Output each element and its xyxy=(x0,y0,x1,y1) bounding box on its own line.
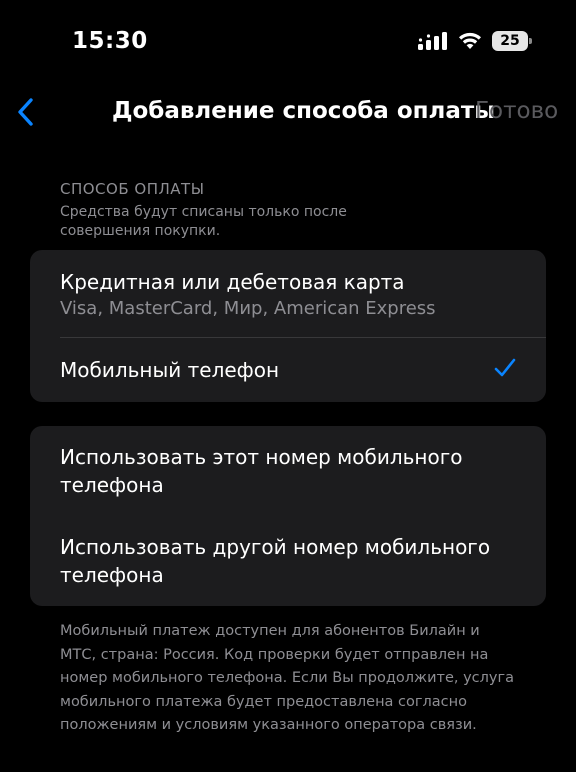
status-icons: 25 xyxy=(418,31,532,51)
status-time: 15:30 xyxy=(72,28,148,54)
battery-icon: 25 xyxy=(492,31,532,51)
payment-option-subtitle: Visa, MasterCard, Мир, American Express xyxy=(60,298,436,319)
battery-level: 25 xyxy=(500,33,520,49)
page-title: Добавление способа оплаты xyxy=(112,98,496,124)
payment-option-card[interactable]: Кредитная или дебетовая карта Visa, Mast… xyxy=(30,250,546,338)
payment-option-title: Мобильный телефон xyxy=(60,358,280,382)
cellular-signal-icon xyxy=(418,32,447,50)
section-header: СПОСОБ ОПЛАТЫ xyxy=(60,180,205,198)
footer-note: Мобильный платеж доступен для абонентов … xyxy=(60,623,515,733)
back-button[interactable] xyxy=(10,92,40,132)
use-other-number-option[interactable]: Использовать другой номер мобильного тел… xyxy=(30,516,546,606)
checkmark-icon xyxy=(494,358,516,377)
status-bar: 15:30 25 xyxy=(0,0,576,80)
phone-option-title: Использовать другой номер мобильного тел… xyxy=(60,535,491,587)
navigation-bar: Добавление способа оплаты Готово xyxy=(0,90,576,134)
payment-option-mobile[interactable]: Мобильный телефон xyxy=(30,338,546,402)
section-subtitle: Средства будут списаны только после сове… xyxy=(60,204,347,239)
payment-option-title: Кредитная или дебетовая карта xyxy=(60,270,405,294)
use-this-number-option[interactable]: Использовать этот номер мобильного телеф… xyxy=(30,426,546,516)
wifi-icon xyxy=(459,32,481,49)
done-button[interactable]: Готово xyxy=(475,98,558,124)
phone-number-options: Использовать этот номер мобильного телеф… xyxy=(30,426,546,606)
chevron-left-icon xyxy=(18,98,33,126)
phone-option-title: Использовать этот номер мобильного телеф… xyxy=(60,445,463,497)
payment-method-list: Кредитная или дебетовая карта Visa, Mast… xyxy=(30,250,546,402)
